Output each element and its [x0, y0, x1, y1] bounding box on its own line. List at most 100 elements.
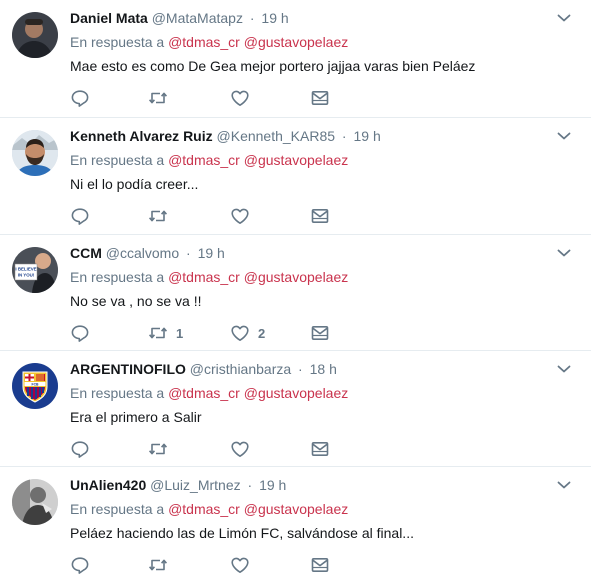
retweet-count: 1	[176, 325, 184, 341]
reply-context: En respuesta a @tdmas_cr @gustavopelaez	[70, 33, 348, 51]
like-button[interactable]	[230, 439, 258, 459]
username[interactable]: @cristhianbarza	[190, 361, 291, 377]
tweet-actions: 1 2	[70, 323, 340, 343]
retweet-button[interactable]	[148, 555, 176, 575]
tweet[interactable]: I BELIEVE IN YOU! CCM @ccalvomo · 19 h E…	[0, 235, 591, 351]
tweet-header: Kenneth Alvarez Ruiz @Kenneth_KAR85 · 19…	[70, 127, 381, 145]
timestamp[interactable]: 19 h	[261, 10, 288, 26]
reply-icon	[70, 556, 90, 574]
tweet-header: UnAlien420 @Luiz_Mrtnez · 19 h	[70, 476, 286, 494]
timestamp[interactable]: 19 h	[198, 245, 225, 261]
like-button[interactable]	[230, 88, 258, 108]
retweet-icon	[148, 440, 168, 458]
chevron-down-icon[interactable]	[557, 480, 571, 490]
username[interactable]: @Kenneth_KAR85	[217, 128, 336, 144]
username[interactable]: @Luiz_Mrtnez	[150, 477, 240, 493]
mention-link[interactable]: @tdmas_cr	[168, 385, 240, 401]
envelope-icon	[310, 440, 330, 458]
display-name[interactable]: Kenneth Alvarez Ruiz	[70, 128, 213, 144]
reply-prefix: En respuesta a	[70, 385, 165, 401]
tweet[interactable]: Kenneth Alvarez Ruiz @Kenneth_KAR85 · 19…	[0, 118, 591, 235]
tweet-header: ARGENTINOFILO @cristhianbarza · 18 h	[70, 360, 337, 378]
separator: ·	[247, 477, 253, 493]
retweet-button[interactable]	[148, 206, 176, 226]
svg-text:IN YOU!: IN YOU!	[18, 273, 35, 278]
reply-button[interactable]	[70, 323, 90, 343]
tweet-text: Era el primero a Salir	[70, 409, 202, 425]
direct-message-button[interactable]	[310, 323, 330, 343]
avatar[interactable]	[12, 479, 58, 525]
mention-link[interactable]: @gustavopelaez	[244, 385, 349, 401]
envelope-icon	[310, 207, 330, 225]
display-name[interactable]: Daniel Mata	[70, 10, 148, 26]
mention-link[interactable]: @gustavopelaez	[244, 34, 349, 50]
separator: ·	[341, 128, 347, 144]
heart-icon	[230, 324, 250, 342]
username[interactable]: @ccalvomo	[106, 245, 179, 261]
tweet-text: Ni el lo podía creer...	[70, 176, 199, 192]
reply-button[interactable]	[70, 88, 90, 108]
retweet-button[interactable]	[148, 88, 176, 108]
avatar[interactable]	[12, 130, 58, 176]
username[interactable]: @MataMatapz	[152, 10, 243, 26]
reply-button[interactable]	[70, 206, 90, 226]
direct-message-button[interactable]	[310, 555, 330, 575]
tweet[interactable]: Daniel Mata @MataMatapz · 19 h En respue…	[0, 0, 591, 118]
avatar-person-sign: I BELIEVE IN YOU!	[12, 247, 58, 293]
tweet[interactable]: FCB ARGENTINOFILO @cristhianbarza · 18 h…	[0, 351, 591, 467]
timestamp[interactable]: 19 h	[353, 128, 380, 144]
reply-icon	[70, 324, 90, 342]
avatar[interactable]	[12, 12, 58, 58]
timestamp[interactable]: 19 h	[259, 477, 286, 493]
retweet-button[interactable]: 1	[148, 323, 183, 343]
heart-icon	[230, 556, 250, 574]
retweet-icon	[148, 324, 168, 342]
tweet[interactable]: UnAlien420 @Luiz_Mrtnez · 19 h En respue…	[0, 467, 591, 584]
separator: ·	[249, 10, 255, 26]
tweet-actions	[70, 555, 340, 575]
avatar[interactable]: I BELIEVE IN YOU!	[12, 247, 58, 293]
avatar[interactable]: FCB	[12, 363, 58, 409]
chevron-down-icon[interactable]	[557, 248, 571, 258]
tweet-header: CCM @ccalvomo · 19 h	[70, 244, 225, 262]
svg-text:FCB: FCB	[32, 382, 40, 386]
direct-message-button[interactable]	[310, 439, 330, 459]
display-name[interactable]: UnAlien420	[70, 477, 146, 493]
avatar-bw-photo	[12, 479, 58, 525]
like-button[interactable]	[230, 206, 258, 226]
reply-prefix: En respuesta a	[70, 501, 165, 517]
mention-link[interactable]: @tdmas_cr	[168, 34, 240, 50]
mention-link[interactable]: @gustavopelaez	[244, 501, 349, 517]
like-button[interactable]: 2	[230, 323, 265, 343]
reply-prefix: En respuesta a	[70, 34, 165, 50]
display-name[interactable]: CCM	[70, 245, 102, 261]
mention-link[interactable]: @gustavopelaez	[244, 152, 349, 168]
mention-link[interactable]: @gustavopelaez	[244, 269, 349, 285]
retweet-button[interactable]	[148, 439, 176, 459]
heart-icon	[230, 207, 250, 225]
display-name[interactable]: ARGENTINOFILO	[70, 361, 186, 377]
reply-button[interactable]	[70, 439, 90, 459]
like-button[interactable]	[230, 555, 258, 575]
tweet-header: Daniel Mata @MataMatapz · 19 h	[70, 9, 289, 27]
direct-message-button[interactable]	[310, 206, 330, 226]
envelope-icon	[310, 556, 330, 574]
chevron-down-icon[interactable]	[557, 364, 571, 374]
avatar-person-dark	[12, 12, 58, 58]
mention-link[interactable]: @tdmas_cr	[168, 501, 240, 517]
mention-link[interactable]: @tdmas_cr	[168, 269, 240, 285]
separator: ·	[186, 245, 191, 261]
tweet-actions	[70, 88, 340, 108]
chevron-down-icon[interactable]	[557, 131, 571, 141]
reply-button[interactable]	[70, 555, 90, 575]
reply-icon	[70, 440, 90, 458]
reply-context: En respuesta a @tdmas_cr @gustavopelaez	[70, 268, 348, 286]
reply-prefix: En respuesta a	[70, 269, 165, 285]
timestamp[interactable]: 18 h	[310, 361, 337, 377]
chevron-down-icon[interactable]	[557, 13, 571, 23]
mention-link[interactable]: @tdmas_cr	[168, 152, 240, 168]
direct-message-button[interactable]	[310, 88, 330, 108]
envelope-icon	[310, 89, 330, 107]
reply-context: En respuesta a @tdmas_cr @gustavopelaez	[70, 500, 348, 518]
retweet-icon	[148, 89, 168, 107]
